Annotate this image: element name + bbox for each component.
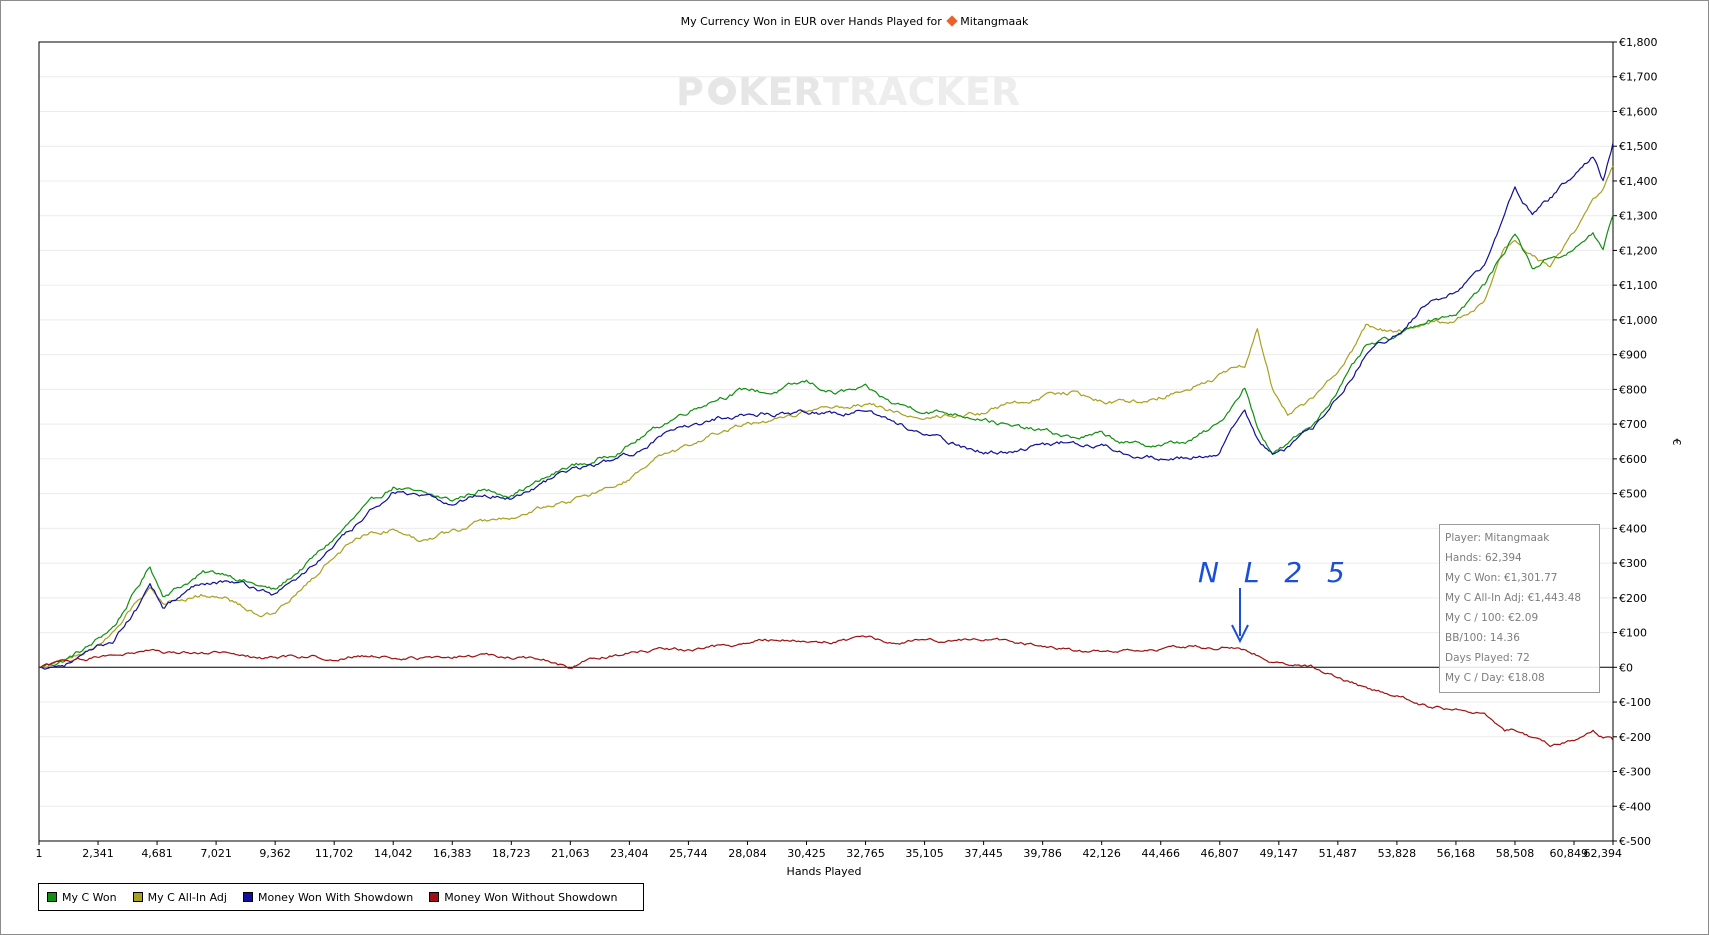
y-tick-label: €1,500	[1619, 140, 1658, 153]
tooltip-per-100: My C / 100: €2.09	[1445, 612, 1539, 624]
y-tick-label: €-100	[1619, 696, 1651, 709]
x-tick-label: 35,105	[905, 847, 944, 860]
x-tick-label: 42,126	[1082, 847, 1121, 860]
nl25-annotation: N L 2 5	[1198, 556, 1353, 644]
y-axis-label: €	[1670, 439, 1683, 446]
y-tick-label: €-400	[1619, 800, 1651, 813]
x-tick-label: 28,084	[728, 847, 767, 860]
y-tick-label: €800	[1619, 383, 1647, 396]
x-axis: 1 2,341 4,681 7,021 9,362 11,702 14,042 16,383 1…	[36, 841, 1623, 860]
x-tick-label: 49,147	[1260, 847, 1299, 860]
y-tick-label: €1,200	[1619, 244, 1658, 257]
x-tick-label: 9,362	[259, 847, 291, 860]
legend-item-showdown[interactable]: Money Won With Showdown	[242, 890, 414, 904]
x-tick-label: 14,042	[374, 847, 413, 860]
x-tick-label: 53,828	[1378, 847, 1417, 860]
x-tick-label: 60,849	[1550, 847, 1589, 860]
plot-area	[38, 41, 1614, 842]
x-tick-label: 58,508	[1496, 847, 1535, 860]
y-tick-label: €0	[1619, 661, 1633, 674]
y-tick-label: €600	[1619, 453, 1647, 466]
chart-legend: My C Won My C All-In Adj Money Won With …	[38, 883, 644, 911]
legend-swatch-all-in-adj	[132, 892, 143, 902]
legend-label-showdown: Money Won With Showdown	[257, 890, 414, 904]
x-tick-label: 21,063	[551, 847, 590, 860]
y-tick-label: €100	[1619, 627, 1647, 640]
my-c-won-line	[38, 214, 1614, 668]
y-tick-label: €1,100	[1619, 279, 1658, 292]
x-tick-label: 30,425	[787, 847, 826, 860]
x-tick-label: 1	[36, 847, 43, 860]
y-tick-label: €900	[1619, 349, 1647, 362]
tooltip-hands: Hands: 62,394	[1445, 552, 1522, 564]
chart-grid	[39, 41, 1613, 842]
legend-label-non-showdown: Money Won Without Showdown	[444, 890, 618, 904]
watermark-chip-center	[716, 85, 728, 97]
tooltip-days-played: Days Played: 72	[1445, 652, 1530, 664]
y-tick-label: €1,300	[1619, 210, 1658, 223]
annotation-text: N L 2 5	[1198, 556, 1353, 589]
y-tick-label: €700	[1619, 418, 1647, 431]
x-tick-label: 37,445	[964, 847, 1003, 860]
x-tick-label: 11,702	[315, 847, 354, 860]
tooltip-bb-100: BB/100: 14.36	[1445, 632, 1520, 644]
x-tick-label: 51,487	[1319, 847, 1358, 860]
all-in-adj-line	[38, 165, 1614, 669]
x-tick-label: 44,466	[1141, 847, 1180, 860]
tooltip-all-in-adj: My C All-In Adj: €1,443.48	[1445, 592, 1582, 604]
y-axis: €1,800 €1,700 €1,600 €1,500 €1,400 €1,300 €1,2…	[1613, 36, 1658, 848]
x-tick-label: 25,744	[669, 847, 708, 860]
x-axis-label: Hands Played	[787, 865, 862, 878]
series-group	[38, 142, 1614, 747]
x-tick-label: 7,021	[200, 847, 232, 860]
x-tick-label: 23,404	[610, 847, 649, 860]
y-tick-label: €1,700	[1619, 71, 1658, 84]
y-tick-label: €1,400	[1619, 175, 1658, 188]
tooltip-per-day: My C / Day: €18.08	[1445, 672, 1545, 684]
x-tick-label: 4,681	[141, 847, 173, 860]
legend-label-my-c-won: My C Won	[62, 890, 117, 904]
tooltip-player: Player: Mitangmaak	[1445, 532, 1550, 544]
x-tick-label: 18,723	[492, 847, 531, 860]
stats-tooltip: Player: Mitangmaak Hands: 62,394 My C Wo…	[1439, 524, 1600, 693]
x-tick-label: 46,807	[1201, 847, 1240, 860]
chart-svg: P KER TRACKER 1 2,341 4,681 7,021 9,362 11,70…	[36, 36, 1684, 878]
y-tick-label: €300	[1619, 557, 1647, 570]
legend-item-non-showdown[interactable]: Money Won Without Showdown	[429, 891, 617, 904]
legend-item-my-c-won[interactable]: My C Won	[47, 891, 117, 904]
x-tick-label: 62,394	[1584, 847, 1623, 860]
x-tick-label: 39,786	[1023, 847, 1062, 860]
legend-swatch-my-c-won	[47, 892, 57, 902]
y-tick-label: €-300	[1619, 766, 1651, 779]
y-tick-label: €200	[1619, 592, 1647, 605]
y-tick-label: €500	[1619, 488, 1647, 501]
y-tick-label: €1,800	[1619, 36, 1658, 49]
legend-swatch-showdown	[242, 892, 253, 902]
non-showdown-line	[38, 635, 1614, 747]
legend-swatch-non-showdown	[429, 892, 440, 902]
y-tick-label: €1,600	[1619, 105, 1658, 118]
legend-item-all-in-adj[interactable]: My C All-In Adj	[132, 890, 227, 904]
y-tick-label: €-200	[1619, 731, 1651, 744]
legend-label-all-in-adj: My C All-In Adj	[147, 890, 227, 904]
y-tick-label: €1,000	[1619, 314, 1658, 327]
showdown-line	[38, 142, 1614, 670]
x-tick-label: 2,341	[82, 847, 114, 860]
x-tick-label: 16,383	[433, 847, 472, 860]
tooltip-my-c-won: My C Won: €1,301.77	[1445, 572, 1558, 584]
y-tick-label: €-500	[1619, 835, 1651, 848]
x-tick-label: 32,765	[846, 847, 885, 860]
y-tick-label: €400	[1619, 522, 1647, 535]
x-tick-label: 56,168	[1437, 847, 1476, 860]
